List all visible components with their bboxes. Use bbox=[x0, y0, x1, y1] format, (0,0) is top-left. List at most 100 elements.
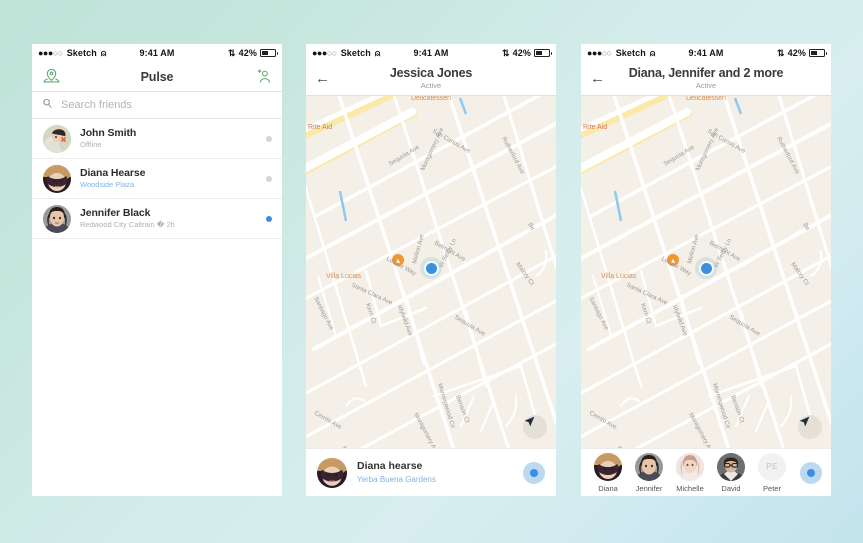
svg-text:Villa Lucias: Villa Lucias bbox=[326, 273, 362, 280]
battery-icon bbox=[534, 49, 552, 57]
friend-place: Yerba Buena Gardens bbox=[357, 475, 436, 484]
participant-jennifer[interactable]: Jennifer bbox=[631, 452, 667, 493]
page-title: Jessica Jones bbox=[389, 66, 473, 80]
battery-icon bbox=[260, 49, 278, 57]
page-subtitle: Active bbox=[420, 81, 442, 91]
friend-name: Diana Hearse bbox=[80, 167, 146, 180]
page-subtitle: Active bbox=[695, 81, 717, 91]
participant-name: Michelle bbox=[676, 483, 704, 493]
navigation-arrow-icon[interactable] bbox=[523, 415, 547, 439]
back-arrow-icon[interactable]: ← bbox=[315, 71, 330, 86]
signal-dots-icon: ●●●○○ bbox=[312, 47, 337, 58]
status-bar-left: ●●●○○ Sketch ⍝ bbox=[38, 48, 106, 59]
avatar bbox=[594, 452, 622, 481]
wifi-icon: ⍝ bbox=[649, 47, 656, 58]
navbar-title-group: Diana, Jennifer and 2 more Active bbox=[611, 66, 801, 91]
search-icon bbox=[42, 96, 53, 114]
status-bar-left: ●●●○○ Sketch ⍝ bbox=[587, 48, 655, 59]
phone-friends-list: ●●●○○ Sketch ⍝ 9:41 AM ⇅ 42% Pulse Searc… bbox=[32, 44, 282, 496]
navbar-title-group: Jessica Jones Active bbox=[336, 66, 526, 91]
participant-name: Jennifer bbox=[635, 483, 663, 493]
add-person-icon[interactable] bbox=[253, 67, 273, 87]
svg-text:Rite Aid: Rite Aid bbox=[308, 124, 332, 131]
status-bar-right: ⇅ 42% bbox=[777, 47, 827, 59]
wifi-icon: ⍝ bbox=[100, 47, 107, 58]
battery-icon bbox=[809, 49, 827, 57]
participant-michelle[interactable]: Michelle bbox=[672, 452, 708, 493]
avatar bbox=[717, 452, 745, 481]
friend-location-card[interactable]: Diana hearse Yerba Buena Gardens bbox=[306, 448, 556, 496]
list-item-meta: John Smith Offline bbox=[80, 127, 257, 150]
status-bar: ●●●○○ Sketch ⍝ 9:41 AM ⇅ 42% bbox=[306, 44, 556, 62]
list-item[interactable]: Diana Hearse Woodside Plaza bbox=[32, 159, 282, 199]
back-arrow-icon[interactable]: ← bbox=[590, 71, 605, 86]
participant-peter[interactable]: PE Peter bbox=[754, 452, 790, 493]
page-title: Diana, Jennifer and 2 more bbox=[628, 66, 784, 80]
status-badge bbox=[266, 135, 272, 142]
bluetooth-icon: ⇅ bbox=[228, 47, 236, 58]
signal-dots-icon: ●●●○○ bbox=[587, 47, 612, 58]
list-item[interactable]: Jennifer Black Redwood City Caltrain � 2… bbox=[32, 199, 282, 239]
map-view[interactable]: ▲ Rite Aid Villa Lucias Delicatessen Seq… bbox=[581, 96, 831, 448]
status-bar-right: ⇅ 42% bbox=[502, 47, 552, 59]
participant-david[interactable]: David bbox=[713, 452, 749, 493]
location-dot bbox=[420, 257, 442, 279]
list-item[interactable]: John Smith Offline bbox=[32, 119, 282, 159]
avatar bbox=[635, 452, 663, 481]
participant-diana[interactable]: Diana bbox=[590, 452, 626, 493]
navbar-friend-detail: ← Jessica Jones Active bbox=[306, 62, 556, 96]
card-meta: Diana hearse Yerba Buena Gardens bbox=[357, 460, 513, 484]
participant-name: Diana bbox=[598, 483, 618, 493]
avatar bbox=[43, 204, 71, 233]
bluetooth-icon: ⇅ bbox=[502, 47, 510, 58]
status-bar-right: ⇅ 42% bbox=[228, 47, 278, 59]
locate-dot-button[interactable] bbox=[800, 461, 822, 484]
status-bar-left: ●●●○○ Sketch ⍝ bbox=[312, 48, 380, 59]
list-item-meta: Jennifer Black Redwood City Caltrain � 2… bbox=[80, 207, 257, 230]
status-bar: ●●●○○ Sketch ⍝ 9:41 AM ⇅ 42% bbox=[32, 44, 282, 62]
map-view[interactable]: ▲ Rite Aid Villa Lucias Delicatessen Seq… bbox=[306, 96, 556, 448]
signal-dots-icon: ●●●○○ bbox=[38, 47, 63, 58]
participants-strip: Diana Jennifer Michelle David PE Peter bbox=[581, 448, 831, 496]
screen: ●●●○○ Sketch ⍝ 9:41 AM ⇅ 42% Pulse Searc… bbox=[0, 0, 863, 543]
friend-name: Jennifer Black bbox=[80, 207, 151, 220]
map-pin-person-icon[interactable] bbox=[41, 67, 61, 87]
wifi-icon: ⍝ bbox=[374, 47, 381, 58]
search-input[interactable] bbox=[61, 99, 272, 111]
avatar bbox=[43, 164, 71, 193]
avatar bbox=[676, 452, 704, 481]
carrier-label: Sketch bbox=[66, 48, 97, 58]
avatar bbox=[317, 457, 347, 488]
battery-percent-label: 42% bbox=[238, 48, 257, 58]
participant-name: David bbox=[721, 483, 741, 493]
phone-group-map: ●●●○○ Sketch ⍝ 9:41 AM ⇅ 42% ← Diana, Je… bbox=[581, 44, 831, 496]
svg-text:Rite Aid: Rite Aid bbox=[583, 124, 607, 131]
list-item-meta: Diana Hearse Woodside Plaza bbox=[80, 167, 257, 190]
navigation-arrow-icon[interactable] bbox=[798, 415, 822, 439]
bluetooth-icon: ⇅ bbox=[777, 47, 785, 58]
phone-single-friend-map: ●●●○○ Sketch ⍝ 9:41 AM ⇅ 42% ← Jessica J… bbox=[306, 44, 556, 496]
locate-dot-button[interactable] bbox=[523, 461, 545, 484]
status-badge bbox=[266, 175, 272, 182]
carrier-label: Sketch bbox=[615, 48, 646, 58]
navbar-pulse: Pulse bbox=[32, 62, 282, 92]
status-bar: ●●●○○ Sketch ⍝ 9:41 AM ⇅ 42% bbox=[581, 44, 831, 62]
search-bar[interactable] bbox=[32, 92, 282, 119]
friends-list: John Smith Offline Diana Hearse Woodside… bbox=[32, 119, 282, 239]
battery-percent-label: 42% bbox=[512, 48, 531, 58]
friend-name: John Smith bbox=[80, 127, 137, 140]
avatar-initials: PE bbox=[758, 452, 786, 481]
svg-text:Delicatessen: Delicatessen bbox=[686, 96, 726, 102]
empty-list-area bbox=[32, 239, 282, 496]
battery-percent-label: 42% bbox=[787, 48, 806, 58]
participant-name: Peter bbox=[763, 483, 781, 493]
carrier-label: Sketch bbox=[340, 48, 371, 58]
friend-subtitle: Redwood City Caltrain � 2h bbox=[80, 220, 175, 230]
friend-subtitle: Offline bbox=[80, 140, 102, 150]
navbar-group-detail: ← Diana, Jennifer and 2 more Active bbox=[581, 62, 831, 96]
friend-name: Diana hearse bbox=[357, 460, 423, 473]
avatar bbox=[43, 124, 71, 153]
location-dot bbox=[695, 257, 717, 279]
svg-text:Delicatessen: Delicatessen bbox=[411, 96, 451, 102]
page-title: Pulse bbox=[140, 69, 174, 84]
